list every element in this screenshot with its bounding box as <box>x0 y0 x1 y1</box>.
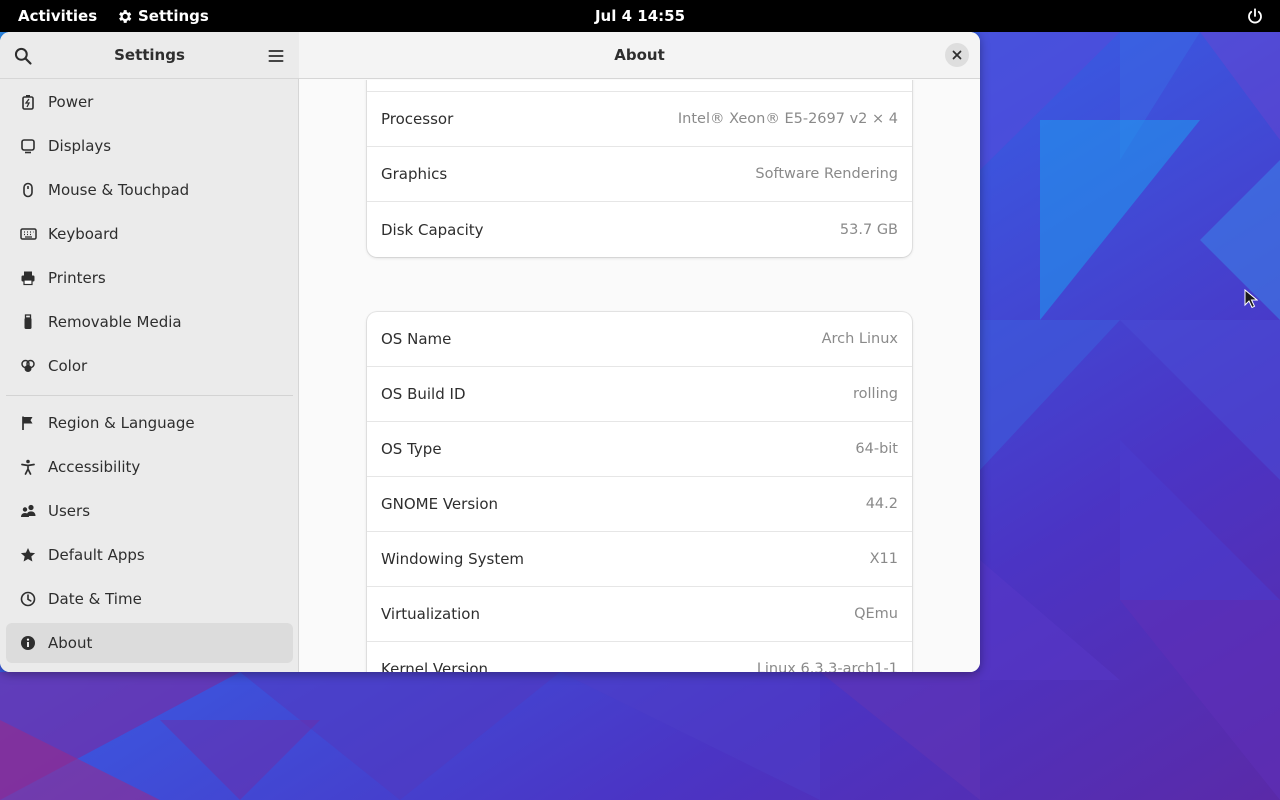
list-item: Disk Capacity 53.7 GB <box>367 202 912 257</box>
sidebar-item-label: Mouse & Touchpad <box>48 181 190 199</box>
close-button[interactable] <box>945 43 969 67</box>
info-value: Intel® Xeon® E5-2697 v2 × 4 <box>677 111 898 127</box>
sidebar-item-label: About <box>48 634 93 652</box>
list-item <box>367 80 912 92</box>
list-item: Processor Intel® Xeon® E5-2697 v2 × 4 <box>367 92 912 147</box>
info-label: OS Type <box>381 440 442 458</box>
info-value: 64-bit <box>855 441 898 457</box>
sidebar-item-label: Displays <box>48 137 112 155</box>
info-label: OS Name <box>381 330 452 348</box>
printer-icon <box>19 269 37 287</box>
sidebar-item-label: Power <box>48 93 94 111</box>
sidebar-item-power[interactable]: Power <box>6 82 293 122</box>
power-icon[interactable] <box>1246 7 1264 25</box>
display-icon <box>19 137 37 155</box>
page-title: About <box>614 46 665 64</box>
sidebar-item-label: Date & Time <box>48 590 142 608</box>
clock-date: Jul 4 <box>594 7 633 25</box>
users-icon <box>19 502 37 520</box>
sidebar-item-removable-media[interactable]: Removable Media <box>6 302 293 342</box>
about-content[interactable]: Processor Intel® Xeon® E5-2697 v2 × 4 Gr… <box>299 80 980 672</box>
info-label: Windowing System <box>381 550 525 568</box>
top-bar: Activities Settings Jul 4 14:55 <box>0 0 1280 32</box>
search-icon[interactable] <box>13 46 33 66</box>
close-icon <box>952 50 962 60</box>
sidebar-separator <box>6 395 293 396</box>
list-item: Graphics Software Rendering <box>367 147 912 202</box>
info-value: Arch Linux <box>821 331 898 347</box>
clock-icon <box>19 590 37 608</box>
content-header: About <box>299 32 980 79</box>
info-value: Software Rendering <box>755 166 898 182</box>
flag-icon <box>19 414 37 432</box>
sidebar-item-label: Default Apps <box>48 546 145 564</box>
info-value: 44.2 <box>865 496 898 512</box>
info-value: 53.7 GB <box>839 221 898 238</box>
list-item: OS Name Arch Linux <box>367 312 912 367</box>
sidebar-item-label: Accessibility <box>48 458 141 476</box>
accessibility-icon <box>19 458 37 476</box>
sidebar-item-accessibility[interactable]: Accessibility <box>6 447 293 487</box>
sidebar-header: Settings <box>0 32 299 79</box>
list-item: Windowing System X11 <box>367 532 912 587</box>
sidebar-item-displays[interactable]: Displays <box>6 126 293 166</box>
keyboard-icon <box>19 225 37 243</box>
sidebar-item-about[interactable]: About <box>6 623 293 663</box>
list-item: OS Build ID rolling <box>367 367 912 422</box>
info-value: rolling <box>853 386 898 402</box>
sidebar-item-date-time[interactable]: Date & Time <box>6 579 293 619</box>
sidebar-item-label: Keyboard <box>48 225 119 243</box>
gear-icon <box>119 9 132 23</box>
hardware-info-card: Processor Intel® Xeon® E5-2697 v2 × 4 Gr… <box>367 80 912 257</box>
list-item: GNOME Version 44.2 <box>367 477 912 532</box>
star-icon <box>19 546 37 564</box>
software-info-card: OS Name Arch Linux OS Build ID rolling O… <box>367 312 912 672</box>
sidebar-item-default-apps[interactable]: Default Apps <box>6 535 293 575</box>
sidebar-item-label: Printers <box>48 269 106 287</box>
clock-time: 14:55 <box>637 7 686 25</box>
list-item: OS Type 64-bit <box>367 422 912 477</box>
sidebar-item-label: Color <box>48 357 88 375</box>
sidebar-item-region-language[interactable]: Region & Language <box>6 403 293 443</box>
sidebar-item-label: Users <box>48 502 91 520</box>
info-label: Graphics <box>381 165 448 183</box>
mouse-cursor-icon <box>1244 289 1258 309</box>
info-icon <box>19 634 37 652</box>
info-value: QEmu <box>854 606 898 622</box>
sidebar-item-label: Removable Media <box>48 313 182 331</box>
usb-drive-icon <box>19 313 37 331</box>
list-item: Virtualization QEmu <box>367 587 912 642</box>
sidebar-item-label: Region & Language <box>48 414 195 432</box>
sidebar-item-keyboard[interactable]: Keyboard <box>6 214 293 254</box>
activities-button[interactable]: Activities <box>18 7 97 25</box>
info-label: Processor <box>381 110 454 128</box>
info-label: GNOME Version <box>381 495 498 513</box>
settings-window: Settings Power Displays Mouse & Touchpad <box>0 32 980 672</box>
info-value: Linux 6.3.3-arch1-1 <box>756 661 898 672</box>
app-menu-button[interactable]: Settings <box>116 7 209 25</box>
power-battery-icon <box>19 93 37 111</box>
clock-button[interactable]: Jul 4 14:55 <box>595 7 685 25</box>
mouse-icon <box>19 181 37 199</box>
color-icon <box>19 357 37 375</box>
info-value: X11 <box>869 551 898 567</box>
hamburger-menu-icon[interactable] <box>266 46 286 66</box>
sidebar-item-printers[interactable]: Printers <box>6 258 293 298</box>
info-label: Virtualization <box>381 605 480 623</box>
list-item: Kernel Version Linux 6.3.3-arch1-1 <box>367 642 912 672</box>
info-label: Disk Capacity <box>381 220 484 239</box>
info-label: Kernel Version <box>381 660 489 672</box>
sidebar-item-color[interactable]: Color <box>6 346 293 386</box>
info-label: OS Build ID <box>381 385 466 403</box>
sidebar: Settings Power Displays Mouse & Touchpad <box>0 32 299 672</box>
sidebar-item-users[interactable]: Users <box>6 491 293 531</box>
sidebar-item-mouse-touchpad[interactable]: Mouse & Touchpad <box>6 170 293 210</box>
app-menu-label: Settings <box>138 7 209 25</box>
sidebar-title: Settings <box>114 46 185 64</box>
